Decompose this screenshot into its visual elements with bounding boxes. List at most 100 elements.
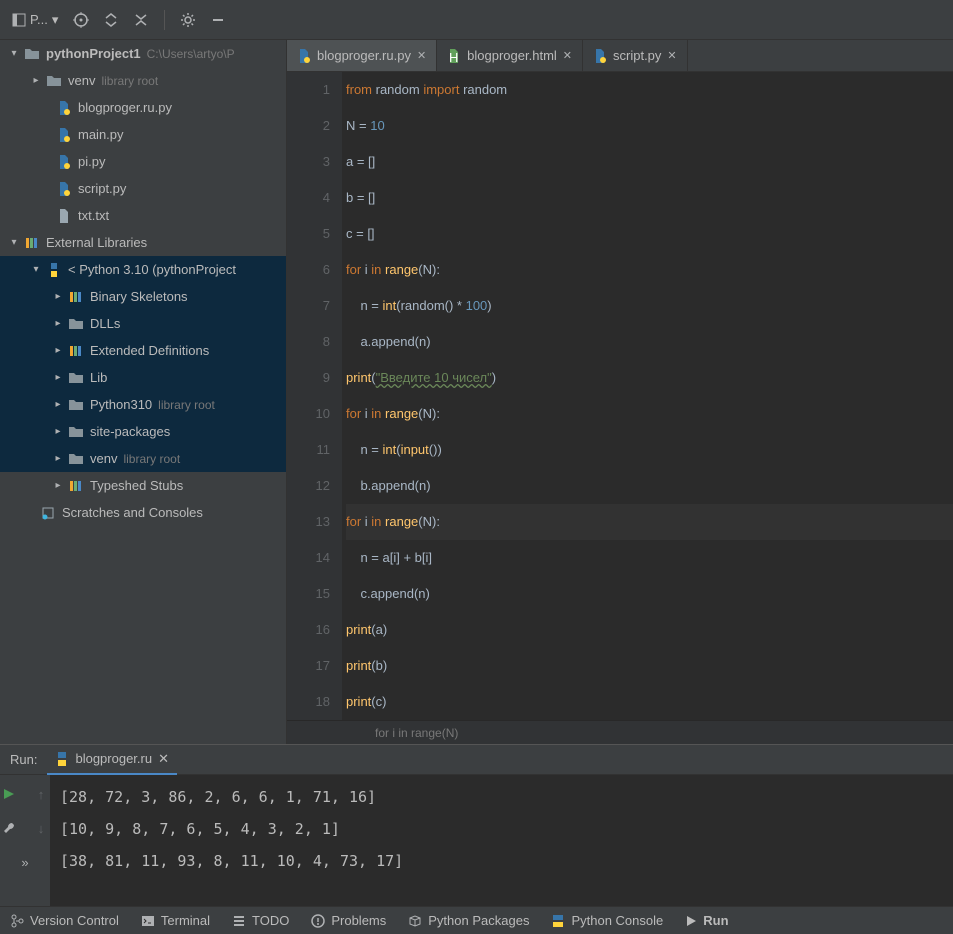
- project-selector[interactable]: P... ▾: [6, 12, 64, 28]
- tool-window-button[interactable]: Version Control: [10, 913, 119, 928]
- tool-window-button[interactable]: Python Console: [551, 913, 663, 928]
- code-line[interactable]: n = a[i] + b[i]: [346, 540, 953, 576]
- code-line[interactable]: print(c): [346, 684, 953, 720]
- project-label: P...: [30, 12, 48, 27]
- code-line[interactable]: for i in range(N):: [346, 504, 953, 540]
- code-line[interactable]: for i in range(N):: [346, 252, 953, 288]
- code-line[interactable]: n = int(random() * 100): [346, 288, 953, 324]
- library-icon: [24, 235, 40, 251]
- tree-python-sdk[interactable]: ▾ < Python 3.10 (pythonProject: [0, 256, 286, 283]
- editor-tab[interactable]: H blogproger.html ✕: [437, 40, 583, 71]
- folder-icon: [68, 424, 84, 440]
- python-file-icon: [56, 154, 72, 170]
- code-line[interactable]: c.append(n): [346, 576, 953, 612]
- code-line[interactable]: b = []: [346, 180, 953, 216]
- folder-icon: [68, 397, 84, 413]
- library-icon: [68, 478, 84, 494]
- tree-file[interactable]: blogproger.ru.py: [0, 94, 286, 121]
- breadcrumb[interactable]: for i in range(N): [287, 720, 953, 744]
- tree-lib-folder[interactable]: ▸ site-packages: [0, 418, 286, 445]
- tool-window-button[interactable]: Terminal: [141, 913, 210, 928]
- todo-icon: [232, 914, 246, 928]
- gear-icon[interactable]: [175, 7, 201, 33]
- tool-window-button[interactable]: Problems: [311, 913, 386, 928]
- chevron-down-icon: ▾: [8, 237, 20, 248]
- separator: [164, 10, 165, 30]
- collapse-all-icon[interactable]: [128, 7, 154, 33]
- main-toolbar: P... ▾: [0, 0, 953, 40]
- tree-lib-folder[interactable]: ▸ venv library root: [0, 445, 286, 472]
- tool-window-button[interactable]: Python Packages: [408, 913, 529, 928]
- editor-tab[interactable]: script.py ✕: [583, 40, 688, 71]
- more-icon[interactable]: »: [14, 851, 36, 873]
- tree-external-libraries[interactable]: ▾ External Libraries: [0, 229, 286, 256]
- python-icon: [46, 262, 62, 278]
- run-tool-window: Run: blogproger.ru ✕ ↑ ↓ » [28, 72, 3, 8…: [0, 744, 953, 906]
- folder-icon: [46, 73, 62, 89]
- run-panel-label: Run:: [0, 752, 47, 767]
- close-icon[interactable]: ✕: [667, 49, 676, 62]
- python-file-icon: [297, 49, 311, 63]
- html-file-icon: H: [447, 49, 461, 63]
- tree-file[interactable]: main.py: [0, 121, 286, 148]
- tree-scratches[interactable]: ▸ Scratches and Consoles: [0, 499, 286, 526]
- editor-tab[interactable]: blogproger.ru.py ✕: [287, 40, 437, 71]
- tool-window-button[interactable]: Run: [685, 913, 728, 928]
- tree-folder-venv[interactable]: ▸ venv library root: [0, 67, 286, 94]
- python-file-icon: [56, 181, 72, 197]
- tree-lib-folder[interactable]: ▸ Binary Skeletons: [0, 283, 286, 310]
- run-output[interactable]: [28, 72, 3, 86, 2, 6, 6, 1, 71, 16] [10,…: [50, 775, 953, 906]
- code-editor[interactable]: 123456789101112131415161718 from random …: [287, 72, 953, 720]
- terminal-icon: [141, 914, 155, 928]
- chevron-right-icon: ▸: [52, 345, 64, 356]
- rerun-icon[interactable]: [0, 783, 20, 805]
- chevron-right-icon: ▸: [52, 318, 64, 329]
- minimize-icon[interactable]: [205, 7, 231, 33]
- chevron-right-icon: ▸: [52, 480, 64, 491]
- tree-lib-folder[interactable]: ▸ DLLs: [0, 310, 286, 337]
- tree-lib-folder[interactable]: ▸ Lib: [0, 364, 286, 391]
- up-icon[interactable]: ↑: [30, 783, 52, 805]
- run-toolbar: ↑ ↓ »: [0, 775, 50, 906]
- chevron-down-icon: ▾: [52, 12, 59, 28]
- code-line[interactable]: a = []: [346, 144, 953, 180]
- code-line[interactable]: c = []: [346, 216, 953, 252]
- library-icon: [68, 289, 84, 305]
- tool-window-button[interactable]: TODO: [232, 913, 289, 928]
- close-icon[interactable]: ✕: [563, 49, 572, 62]
- scratches-icon: [40, 505, 56, 521]
- wrench-icon[interactable]: [0, 817, 20, 839]
- chevron-down-icon: ▾: [30, 264, 42, 275]
- folder-icon: [68, 451, 84, 467]
- code-line[interactable]: from random import random: [346, 72, 953, 108]
- code-line[interactable]: n = int(input()): [346, 432, 953, 468]
- code-line[interactable]: a.append(n): [346, 324, 953, 360]
- code-line[interactable]: print(b): [346, 648, 953, 684]
- python-file-icon: [56, 100, 72, 116]
- close-icon[interactable]: ✕: [158, 751, 169, 767]
- run-tab[interactable]: blogproger.ru ✕: [47, 745, 177, 775]
- code-line[interactable]: N = 10: [346, 108, 953, 144]
- tree-file[interactable]: txt.txt: [0, 202, 286, 229]
- tree-lib-folder[interactable]: ▸ Python310 library root: [0, 391, 286, 418]
- down-icon[interactable]: ↓: [30, 817, 52, 839]
- python-file-icon: [56, 127, 72, 143]
- branch-icon: [10, 914, 24, 928]
- project-tree: ▾ pythonProject1 C:\Users\artyo\P ▸ venv…: [0, 40, 287, 744]
- folder-icon: [68, 370, 84, 386]
- tree-lib-folder[interactable]: ▸ Typeshed Stubs: [0, 472, 286, 499]
- target-icon[interactable]: [68, 7, 94, 33]
- project-root[interactable]: ▾ pythonProject1 C:\Users\artyo\P: [0, 40, 286, 67]
- tree-file[interactable]: script.py: [0, 175, 286, 202]
- code-line[interactable]: for i in range(N):: [346, 396, 953, 432]
- svg-text:H: H: [449, 50, 458, 63]
- expand-all-icon[interactable]: [98, 7, 124, 33]
- code-line[interactable]: print(a): [346, 612, 953, 648]
- folder-icon: [68, 316, 84, 332]
- tree-file[interactable]: pi.py: [0, 148, 286, 175]
- chevron-right-icon: ▸: [52, 453, 64, 464]
- code-line[interactable]: b.append(n): [346, 468, 953, 504]
- code-line[interactable]: print("Введите 10 чисел"): [346, 360, 953, 396]
- tree-lib-folder[interactable]: ▸ Extended Definitions: [0, 337, 286, 364]
- close-icon[interactable]: ✕: [417, 49, 426, 62]
